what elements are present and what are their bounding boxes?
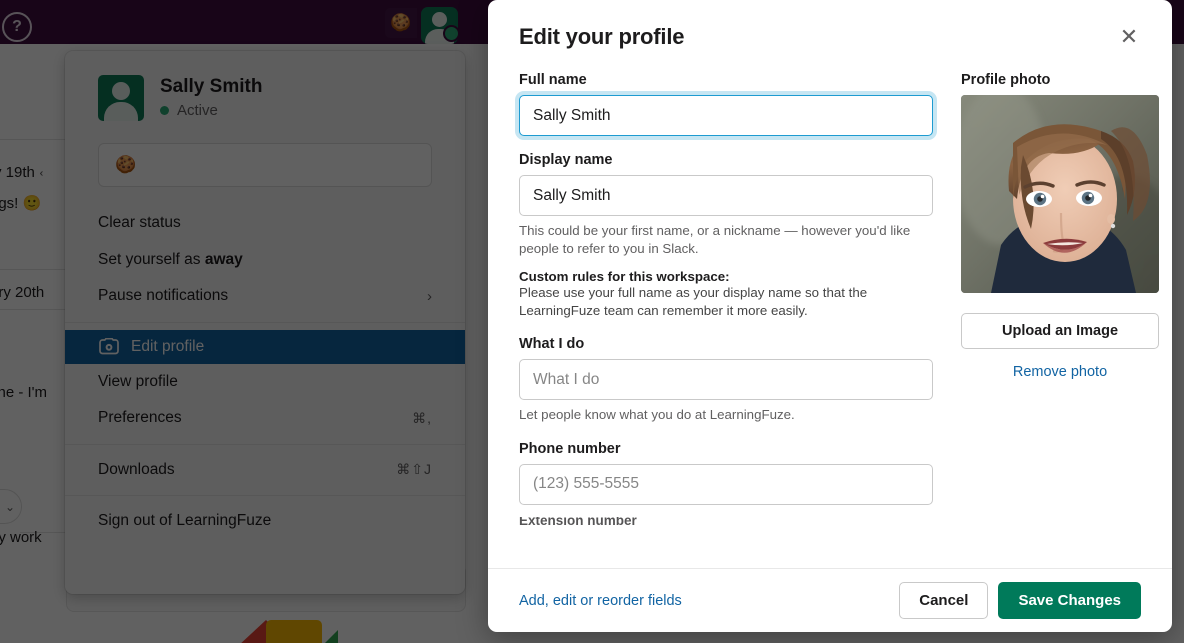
profile-form: Full name Display name This could be you… — [519, 72, 933, 568]
display-name-help: This could be your first name, or a nick… — [519, 223, 911, 257]
what-i-do-help: Let people know what you do at LearningF… — [519, 407, 795, 423]
profile-photo-image — [961, 95, 1159, 293]
field-full-name: Full name — [519, 72, 933, 136]
phone-input[interactable] — [519, 463, 933, 505]
next-field-partial: Extension number — [519, 517, 933, 527]
profile-photo-section: Profile photo Upload an Image Remove pho… — [961, 72, 1161, 568]
dialog-header: Edit your profile ✕ — [488, 0, 1172, 50]
profile-photo[interactable] — [961, 95, 1159, 293]
custom-rules-body: Please use your full name as your displa… — [519, 284, 868, 319]
dialog-body: Full name Display name This could be you… — [488, 50, 1172, 568]
what-i-do-label: What I do — [519, 336, 585, 353]
screen: ? Search LearningFuze ? 🍪 y 19th ⌄ ngs! … — [0, 0, 1184, 643]
display-name-input[interactable] — [519, 175, 933, 216]
dialog-title: Edit your profile — [519, 24, 685, 49]
field-what-i-do: What I do Let people know what you do at… — [519, 336, 933, 424]
close-icon[interactable]: ✕ — [1116, 24, 1142, 50]
field-phone-number: Phone number Extension number — [519, 441, 933, 527]
dialog-footer: Add, edit or reorder fields Cancel Save … — [488, 568, 1172, 632]
save-changes-button[interactable]: Save Changes — [998, 582, 1141, 619]
next-field-label: Extension number — [519, 516, 637, 527]
upload-image-button[interactable]: Upload an Image — [961, 313, 1159, 349]
field-display-name: Display name This could be your first na… — [519, 152, 933, 320]
profile-photo-label: Profile photo — [961, 72, 1051, 88]
full-name-label: Full name — [519, 72, 587, 88]
what-i-do-input[interactable] — [519, 359, 933, 401]
reorder-fields-link[interactable]: Add, edit or reorder fields — [519, 593, 682, 609]
phone-label: Phone number — [519, 440, 621, 457]
edit-profile-dialog: Edit your profile ✕ Full name Display na… — [488, 0, 1172, 632]
cancel-button[interactable]: Cancel — [899, 582, 989, 619]
custom-rules-title: Custom rules for this workspace: — [519, 268, 730, 284]
display-name-label: Display name — [519, 152, 613, 168]
remove-photo-link[interactable]: Remove photo — [961, 364, 1159, 380]
full-name-input[interactable] — [519, 95, 933, 136]
